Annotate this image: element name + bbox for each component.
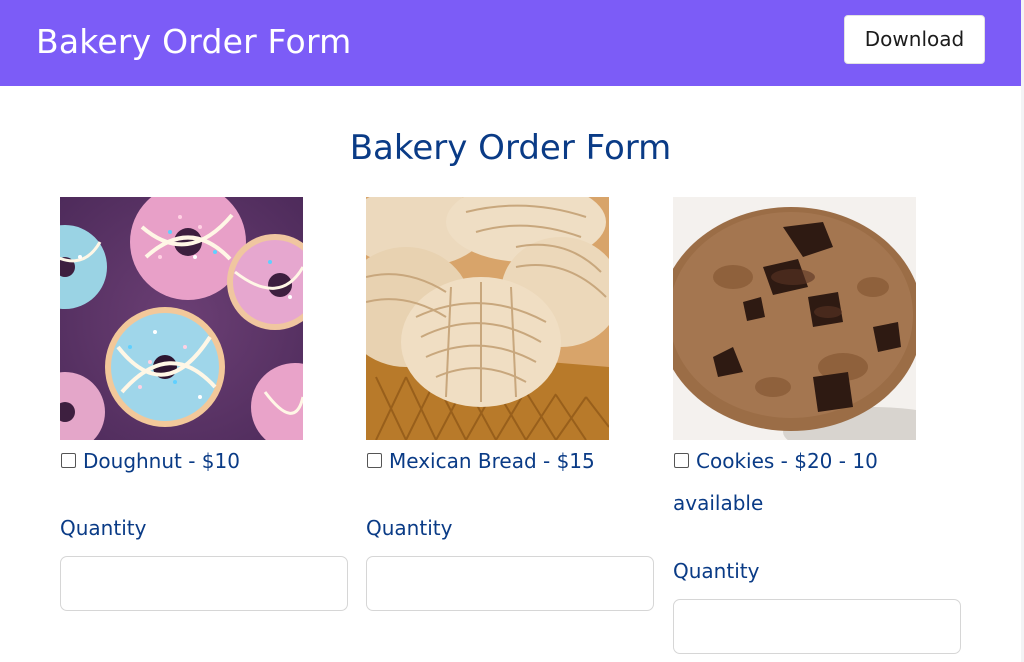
- doughnut-checkbox[interactable]: [61, 453, 76, 468]
- doughnut-image: [60, 197, 303, 440]
- doughnut-quantity-label: Quantity: [60, 516, 147, 540]
- product-card-doughnut: [60, 197, 303, 440]
- product-option-mexican-bread: Mexican Bread - $15: [367, 440, 595, 482]
- page: Bakery Order Form Download Bakery Order …: [0, 0, 1024, 662]
- mexican-bread-label: Mexican Bread - $15: [389, 449, 595, 473]
- cookies-quantity-label: Quantity: [673, 559, 760, 583]
- cookies-label-line2: available: [673, 491, 764, 515]
- mexican-bread-quantity-label: Quantity: [366, 516, 453, 540]
- product-card-mexican-bread: [366, 197, 609, 440]
- mexican-bread-quantity-input[interactable]: [366, 556, 654, 611]
- product-option-cookies: Cookies - $20 - 10: [674, 440, 878, 482]
- mexican-bread-image: [366, 197, 609, 440]
- download-button[interactable]: Download: [844, 15, 985, 64]
- form-heading: Bakery Order Form: [349, 128, 672, 168]
- cookies-quantity-input[interactable]: [673, 599, 961, 654]
- product-option-doughnut: Doughnut - $10: [61, 440, 240, 482]
- product-card-cookies: [673, 197, 916, 440]
- doughnut-quantity-input[interactable]: [60, 556, 348, 611]
- mexican-bread-checkbox[interactable]: [367, 453, 382, 468]
- cookies-image: [673, 197, 916, 440]
- cookies-checkbox[interactable]: [674, 453, 689, 468]
- top-bar: Bakery Order Form Download: [0, 0, 1021, 86]
- app-title: Bakery Order Form: [36, 22, 352, 61]
- cookies-label-line1: Cookies - $20 - 10: [696, 449, 878, 473]
- doughnut-label: Doughnut - $10: [83, 449, 240, 473]
